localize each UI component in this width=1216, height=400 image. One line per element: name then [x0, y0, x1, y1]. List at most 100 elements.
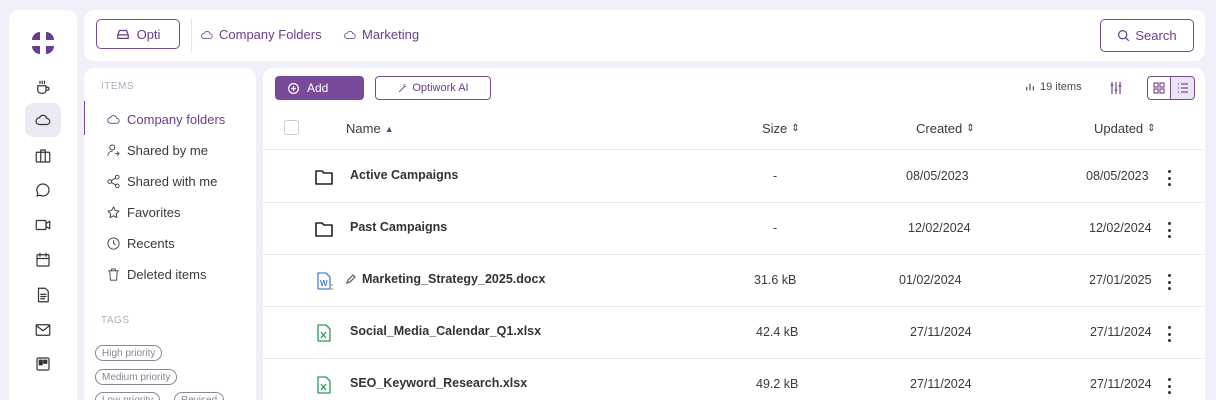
grid-view-button[interactable] — [1147, 76, 1171, 100]
side-item-label: Shared by me — [127, 143, 208, 158]
app-logo-icon[interactable] — [30, 30, 56, 56]
list-view-button[interactable] — [1170, 76, 1195, 100]
more-options-icon[interactable] — [1165, 170, 1173, 186]
file-name[interactable]: SEO_Keyword_Research.xlsx — [350, 376, 527, 390]
file-name[interactable]: Social_Media_Calendar_Q1.xlsx — [350, 324, 541, 338]
table-row[interactable]: Past Campaigns - 12/02/2024 12/02/2024 — [263, 203, 1205, 255]
column-updated-label: Updated — [1094, 121, 1144, 136]
table-row[interactable]: Social_Media_Calendar_Q1.xlsx 42.4 kB 27… — [263, 307, 1205, 359]
side-item-shared-by-me[interactable]: Shared by me — [106, 143, 208, 158]
more-options-icon[interactable] — [1165, 274, 1173, 290]
tag-medium-priority[interactable]: Medium priority — [95, 369, 178, 385]
more-options-icon[interactable] — [1165, 326, 1173, 342]
cloud-nav-icon[interactable] — [25, 103, 61, 137]
add-button[interactable]: Add — [275, 76, 364, 100]
side-panel: ITEMS Company folders Shared by me Share… — [84, 68, 256, 400]
sort-icon: ⇕ — [1147, 123, 1156, 134]
file-created: 27/11/2024 — [910, 325, 972, 339]
list-icon — [1177, 83, 1188, 93]
calendar-icon[interactable] — [31, 248, 55, 272]
side-item-shared-with-me[interactable]: Shared with me — [106, 174, 217, 189]
coffee-icon[interactable] — [31, 76, 55, 100]
table-header: Name ▲ Size ⇕ Created ⇕ Updated ⇕ — [263, 108, 1205, 150]
file-updated: 08/05/2023 — [1086, 169, 1149, 183]
drive-icon — [116, 29, 129, 39]
file-created: 27/11/2024 — [910, 377, 972, 391]
cloud-icon — [344, 30, 356, 39]
item-count-label: 19 items — [1040, 81, 1082, 93]
file-created: 12/02/2024 — [908, 221, 971, 235]
side-item-recents[interactable]: Recents — [106, 236, 175, 251]
app-rail — [9, 10, 77, 400]
file-created: 01/02/2024 — [899, 273, 962, 287]
opti-button[interactable]: Opti — [96, 19, 180, 49]
file-name[interactable]: Active Campaigns — [350, 168, 458, 182]
svg-text:W: W — [320, 279, 328, 288]
top-bar: Opti Company Folders Marketing Search — [84, 10, 1205, 61]
tag-low-priority[interactable]: Low priority — [95, 392, 161, 400]
file-updated: 27/01/2025 — [1089, 273, 1152, 287]
briefcase-icon[interactable] — [31, 144, 55, 168]
file-updated: 27/11/2024 — [1090, 325, 1152, 339]
file-size: 49.2 kB — [756, 377, 799, 391]
tag-high-priority[interactable]: High priority — [95, 345, 163, 361]
search-label: Search — [1135, 28, 1177, 43]
file-name-text: Social_Media_Calendar_Q1.xlsx — [350, 324, 542, 338]
file-name[interactable]: Marketing_Strategy_2025.docx — [345, 272, 545, 286]
more-options-icon[interactable] — [1165, 222, 1173, 238]
search-icon — [1118, 30, 1130, 42]
side-item-label: Company folders — [127, 112, 226, 127]
table-row[interactable]: SEO_Keyword_Research.xlsx 49.2 kB 27/11/… — [263, 359, 1205, 400]
file-updated: 12/02/2024 — [1089, 221, 1152, 235]
bar-chart-icon — [1026, 83, 1034, 91]
file-browser: Add Optiwork AI 19 items Name ▲ Size ⇕ C… — [263, 68, 1205, 400]
file-size: - — [773, 169, 778, 183]
side-item-deleted-items[interactable]: Deleted items — [106, 267, 206, 282]
mail-icon[interactable] — [31, 318, 55, 342]
video-icon[interactable] — [31, 213, 55, 237]
sort-icon: ⇕ — [791, 123, 800, 134]
file-created: 08/05/2023 — [906, 169, 969, 183]
file-name-text: Active Campaigns — [350, 168, 459, 182]
column-size[interactable]: Size ⇕ — [762, 121, 800, 136]
select-all-checkbox[interactable] — [284, 120, 299, 135]
breadcrumb-company-folders[interactable]: Company Folders — [200, 27, 322, 42]
column-created[interactable]: Created ⇕ — [916, 121, 975, 136]
breadcrumb-marketing[interactable]: Marketing — [343, 27, 419, 42]
side-item-label: Shared with me — [127, 174, 218, 189]
column-name[interactable]: Name ▲ — [346, 121, 394, 136]
file-size: 42.4 kB — [756, 325, 799, 339]
file-name[interactable]: Past Campaigns — [350, 220, 447, 234]
word-file-icon: W — [314, 271, 334, 291]
topbar-divider — [191, 18, 192, 52]
excel-file-icon — [314, 323, 334, 343]
plus-circle-icon — [288, 82, 299, 94]
column-updated[interactable]: Updated ⇕ — [1094, 121, 1156, 136]
optiwork-ai-button[interactable]: Optiwork AI — [375, 76, 491, 100]
column-size-label: Size — [762, 121, 788, 136]
side-item-company-folders[interactable]: Company folders — [106, 112, 225, 127]
side-item-favorites[interactable]: Favorites — [106, 205, 180, 220]
table-row[interactable]: W Marketing_Strategy_2025.docx 31.6 kB 0… — [263, 255, 1205, 307]
side-item-label: Deleted items — [127, 267, 207, 282]
tags-heading: TAGS — [101, 315, 130, 326]
filter-icon[interactable] — [1109, 81, 1123, 95]
item-count: 19 items — [1025, 81, 1082, 93]
cloud-icon — [201, 30, 213, 39]
sort-icon: ⇕ — [966, 123, 975, 134]
side-item-label: Favorites — [127, 205, 181, 220]
tag-revised[interactable]: Revised — [174, 392, 225, 400]
document-icon[interactable] — [31, 283, 55, 307]
excel-file-icon — [314, 375, 334, 395]
table-row[interactable]: Active Campaigns - 08/05/2023 08/05/2023 — [263, 151, 1205, 203]
file-name-text: Marketing_Strategy_2025.docx — [362, 272, 546, 286]
sort-ascending-icon: ▲ — [384, 123, 394, 134]
chat-icon[interactable] — [31, 178, 55, 202]
more-options-icon[interactable] — [1165, 378, 1173, 394]
active-indicator — [84, 101, 85, 135]
search-button[interactable]: Search — [1100, 19, 1194, 52]
board-icon[interactable] — [31, 352, 55, 376]
pencil-icon — [345, 274, 356, 285]
share-icon — [107, 174, 120, 189]
file-name-text: Past Campaigns — [350, 220, 448, 234]
